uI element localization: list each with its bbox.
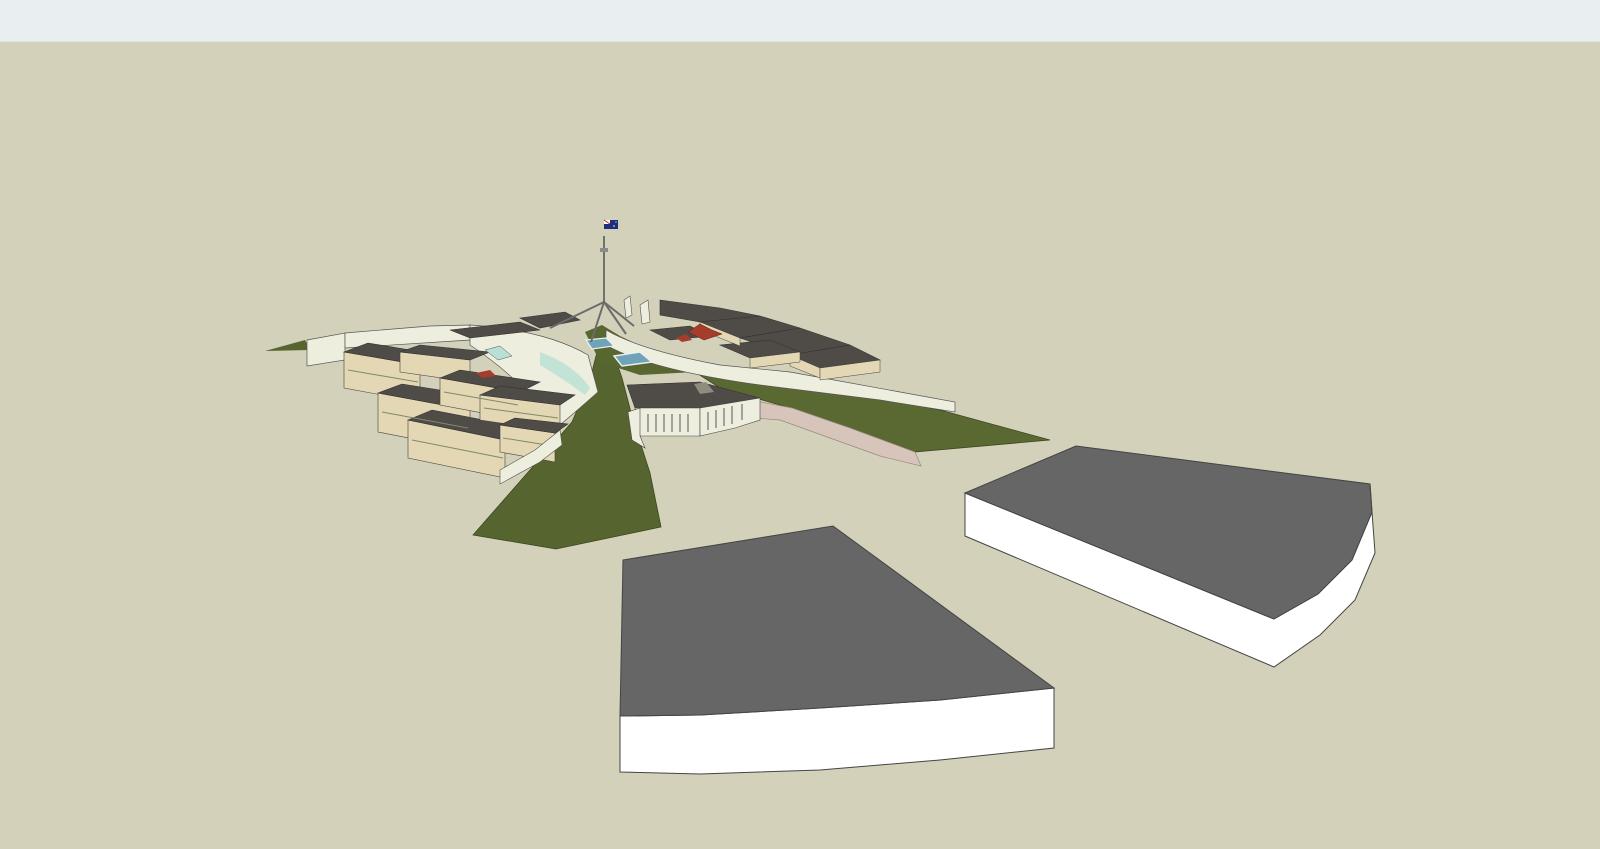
proxy-block-front-top <box>619 525 1056 717</box>
flag-icon <box>603 219 618 229</box>
left-lawn-sliver <box>265 340 310 351</box>
model-viewport[interactable] <box>0 42 1600 849</box>
scene-canvas[interactable] <box>0 42 1600 849</box>
proxy-block-right[interactable] <box>963 445 1376 668</box>
toolbar <box>0 0 1600 42</box>
left-wing <box>306 311 599 485</box>
proxy-block-front[interactable] <box>619 525 1056 775</box>
